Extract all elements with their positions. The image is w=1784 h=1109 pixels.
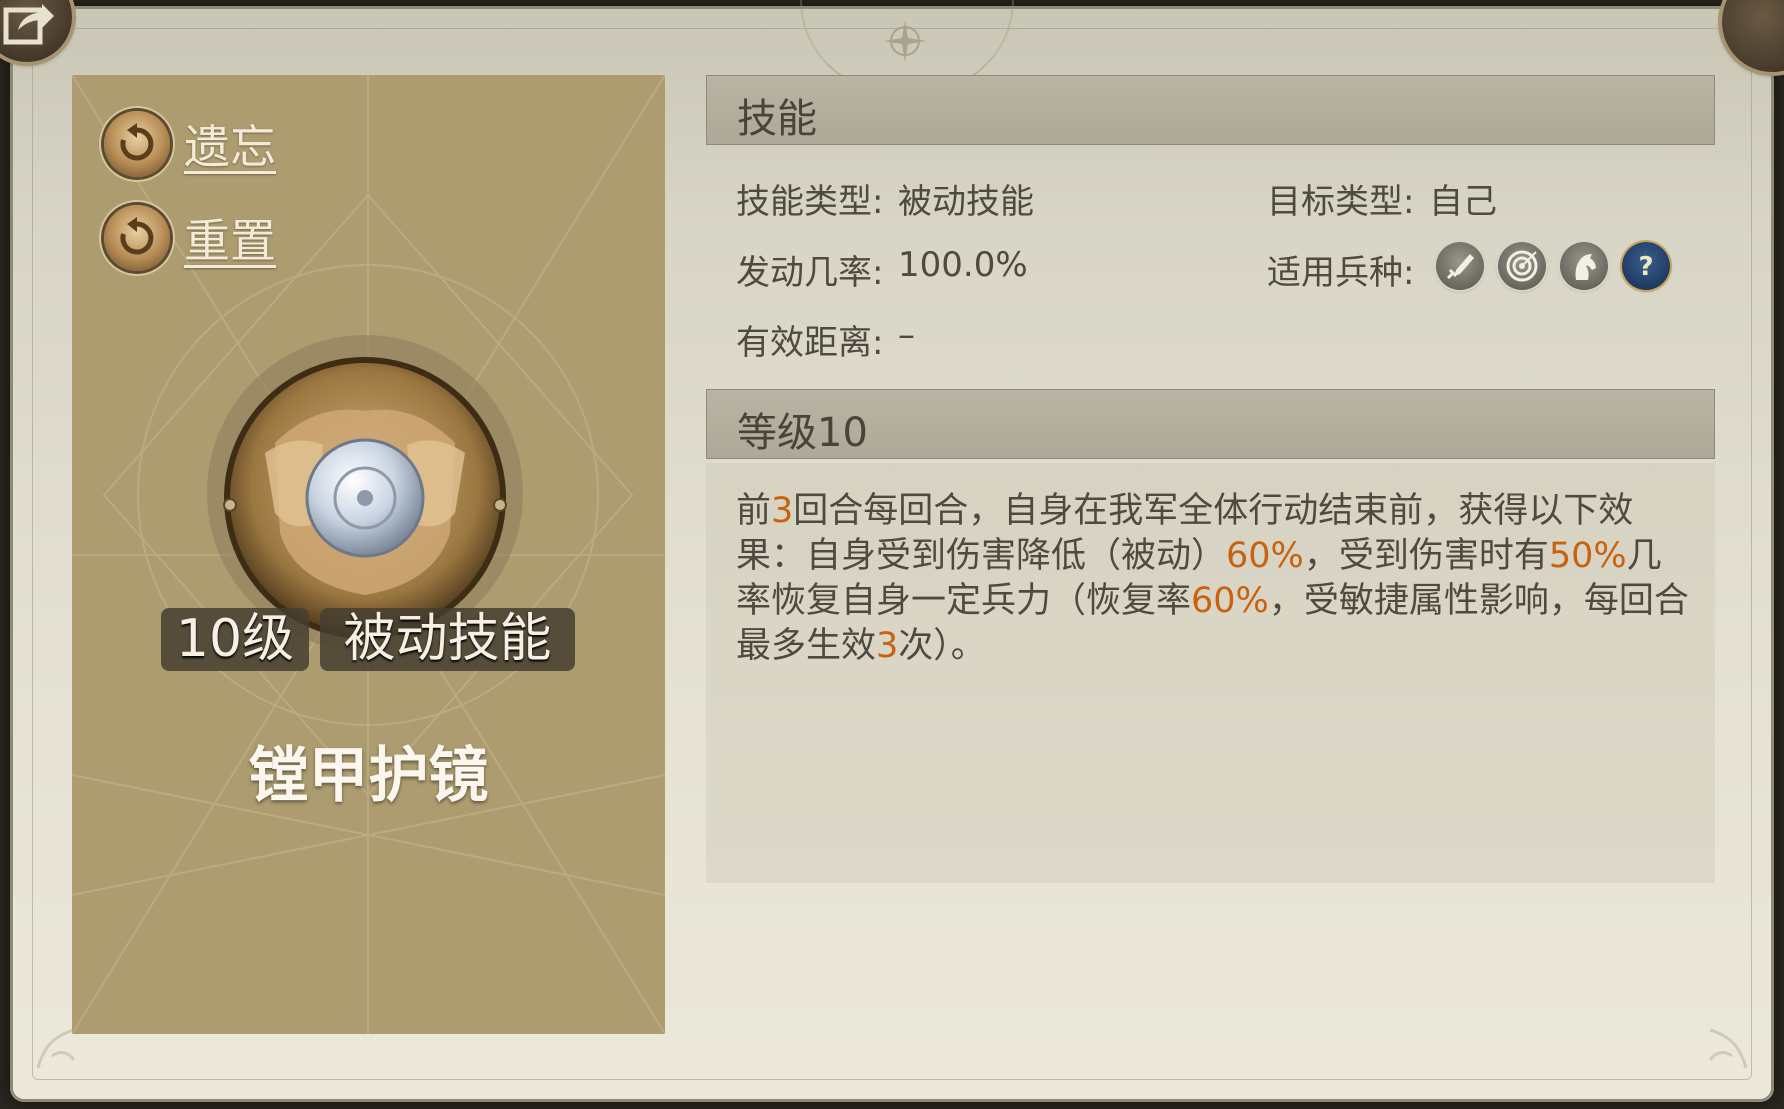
target-type-value: 自己 (1429, 182, 1497, 222)
level-section-header: 等级10 (706, 389, 1715, 459)
infantry-sword-icon[interactable] (1436, 242, 1484, 290)
skill-type-value: 被动技能 (898, 182, 1034, 222)
forget-label: 遗忘 (184, 120, 276, 174)
skill-type-badge: 被动技能 (320, 608, 575, 671)
svg-text:?: ? (1638, 252, 1653, 282)
trigger-rate-value: 100.0% (898, 245, 1028, 285)
cavalry-horse-icon[interactable] (1560, 242, 1608, 290)
highlight-value: 60% (1226, 536, 1304, 576)
section-title: 技能 (737, 96, 817, 142)
range-label: 有效距离: (736, 323, 884, 363)
share-icon (3, 4, 54, 45)
highlight-value: 3 (876, 626, 899, 666)
highlight-value: 60% (1191, 581, 1269, 621)
level-badge: 10级 (161, 608, 309, 671)
refresh-icon (104, 111, 170, 177)
unknown-question-icon[interactable]: ? (1622, 242, 1670, 290)
reset-label: 重置 (184, 214, 276, 268)
forget-button[interactable]: 遗忘 (104, 109, 276, 179)
unit-type-icons: ? (1436, 242, 1670, 290)
skill-section-header: 技能 (706, 75, 1715, 145)
archer-target-icon[interactable] (1498, 242, 1546, 290)
description-text: ，受到伤害时有 (1303, 536, 1549, 576)
description-text: 次）。 (898, 626, 986, 666)
skill-description: 前3回合每回合，自身在我军全体行动结束前，获得以下效果：自身受到伤害降低（被动）… (736, 489, 1696, 669)
trigger-rate-label: 发动几率: (736, 253, 884, 293)
target-type-label: 目标类型: (1267, 182, 1415, 222)
highlight-value: 50% (1548, 536, 1627, 576)
skill-name: 镗甲护镜 (248, 741, 489, 811)
compass-icon (884, 20, 926, 62)
highlight-value: 3 (771, 491, 794, 531)
description-text: 前 (736, 491, 772, 531)
skill-type-label: 技能类型: (736, 182, 884, 222)
description-panel: 前3回合每回合，自身在我军全体行动结束前，获得以下效果：自身受到伤害降低（被动）… (706, 463, 1715, 883)
skill-card-panel: 遗忘 重置 10级 被动技能 镗甲护镜 (72, 75, 665, 1034)
mirror-armor-icon (207, 335, 523, 651)
refresh-icon (104, 205, 170, 271)
reset-button[interactable]: 重置 (104, 203, 276, 273)
section-title: 等级10 (737, 410, 868, 456)
range-value: – (898, 315, 915, 355)
unit-types-label: 适用兵种: (1267, 253, 1415, 293)
corner-flourish-icon (1708, 1028, 1748, 1069)
